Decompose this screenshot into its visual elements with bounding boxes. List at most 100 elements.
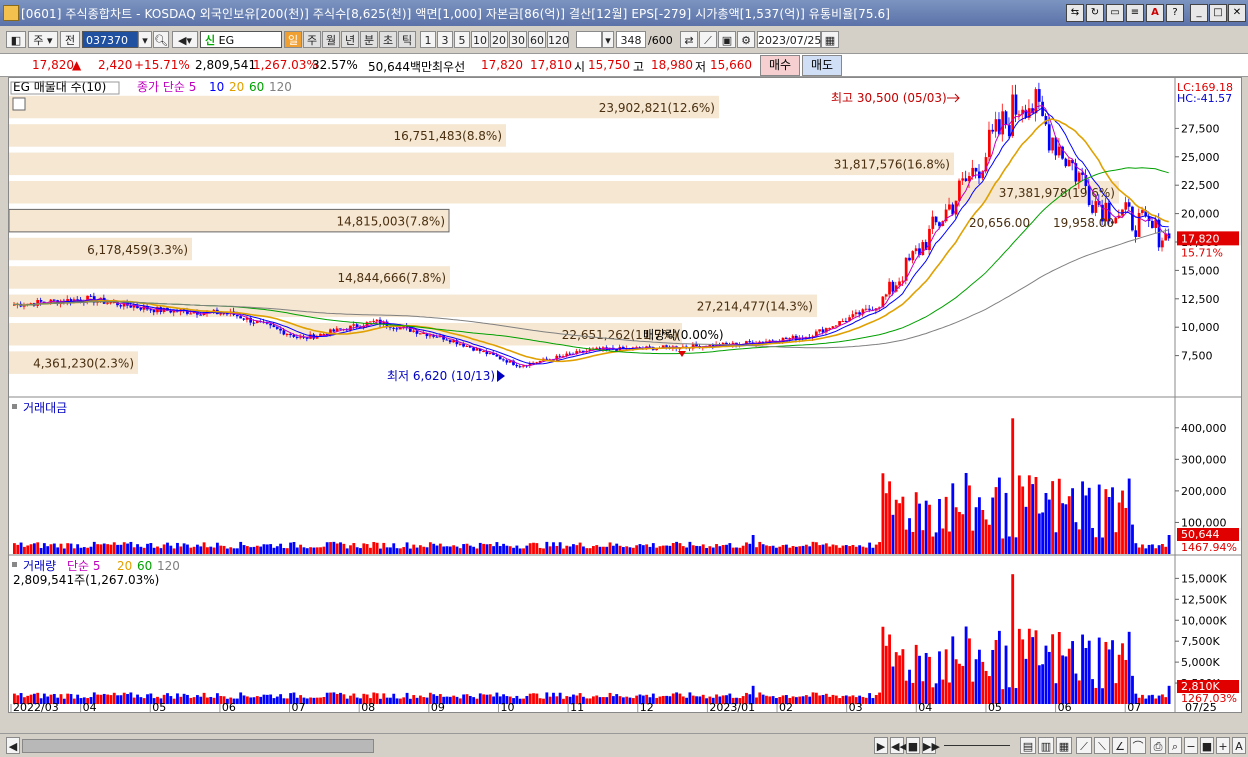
volume-bar: [948, 682, 951, 704]
price-candle: [502, 359, 505, 361]
period-button-6[interactable]: 틱: [398, 31, 416, 48]
zoom-out-icon[interactable]: −: [1184, 737, 1198, 754]
interval-button-0[interactable]: 1: [420, 31, 436, 48]
price-candle: [1134, 230, 1138, 237]
layout2-icon[interactable]: ▥: [1038, 737, 1054, 754]
current-price-label: 17,820: [1181, 232, 1220, 245]
market-select[interactable]: 주 ▾: [28, 31, 58, 48]
search-icon[interactable]: 🔍︎: [153, 31, 169, 48]
link-icon[interactable]: ⇆: [1066, 4, 1084, 22]
date-input[interactable]: 2023/07/25: [757, 31, 821, 48]
sell-button[interactable]: 매도: [802, 55, 842, 76]
amount-bar: [142, 547, 146, 554]
amount-bar: [182, 543, 186, 554]
price-candle: [1131, 206, 1134, 231]
help-icon[interactable]: ?: [1166, 4, 1184, 22]
buy-button[interactable]: 매수: [760, 55, 800, 76]
interval-button-4[interactable]: 20: [490, 31, 508, 48]
interval-button-6[interactable]: 60: [528, 31, 546, 48]
stock-name-field[interactable]: 신 EG: [200, 31, 282, 48]
lock-icon[interactable]: ◧: [6, 31, 26, 48]
amount-bar: [1011, 418, 1015, 554]
step-back-icon[interactable]: ◀◀: [890, 737, 908, 754]
amount-bar: [665, 545, 669, 554]
amount-bar: [1074, 522, 1078, 554]
volume-bar: [305, 698, 309, 704]
minimize-button[interactable]: _: [1190, 4, 1208, 22]
chart-area[interactable]: 4,361,230(2.3%) 22,651,262(11.7%) 27,214,4…: [8, 77, 1242, 713]
period-button-2[interactable]: 월: [322, 31, 340, 48]
settings-icon[interactable]: ⚙: [737, 31, 755, 48]
volume-bar: [705, 698, 708, 704]
draw-tool3-icon[interactable]: ∠: [1112, 737, 1128, 754]
speaker-icon[interactable]: ◀▾: [172, 31, 198, 48]
volume-bar: [665, 695, 669, 704]
stats-icon[interactable]: ≡: [1126, 4, 1144, 22]
volume-bar: [1091, 679, 1094, 704]
close-button[interactable]: ✕: [1228, 4, 1246, 22]
font-icon[interactable]: A: [1146, 4, 1164, 22]
prev-button[interactable]: 전: [60, 31, 80, 48]
window-icon[interactable]: ▭: [1106, 4, 1124, 22]
amount-current-label: 50,644: [1181, 528, 1220, 541]
scrollbar-track[interactable]: [22, 739, 374, 753]
draw-tool-icon[interactable]: ⟋: [1076, 737, 1092, 754]
period-button-3[interactable]: 년: [341, 31, 359, 48]
stop-icon[interactable]: ■: [906, 737, 920, 754]
volume-bar: [758, 692, 762, 704]
period-button-0[interactable]: 일: [284, 31, 302, 48]
code-dropdown-icon[interactable]: ▾: [138, 31, 152, 48]
print-icon[interactable]: ⎙: [1150, 737, 1166, 754]
volume-bar: [1057, 631, 1061, 704]
interval-input[interactable]: [576, 31, 602, 48]
x-tick-label: 05: [152, 701, 166, 712]
amount-bar: [199, 546, 203, 554]
layout-icon[interactable]: ▤: [1020, 737, 1036, 754]
amount-bar: [99, 544, 103, 554]
maximize-button[interactable]: □: [1209, 4, 1227, 22]
interval-button-7[interactable]: 120: [547, 31, 569, 48]
price-candle: [415, 330, 419, 334]
amount-bar: [951, 483, 955, 554]
volume-bar: [874, 695, 878, 704]
count-input[interactable]: 348: [616, 31, 646, 48]
amount-bar: [29, 544, 33, 554]
interval-button-1[interactable]: 3: [437, 31, 453, 48]
play-icon[interactable]: ▶: [874, 737, 888, 754]
volume-bar: [811, 692, 815, 704]
volume-bar: [808, 696, 812, 704]
price-candle: [748, 341, 752, 343]
draw-tool2-icon[interactable]: ⟍: [1094, 737, 1110, 754]
amount-bar: [834, 545, 838, 554]
code-input[interactable]: 037370: [82, 31, 138, 48]
save-icon[interactable]: ▣: [718, 31, 736, 48]
stock-chart[interactable]: 4,361,230(2.3%)22,651,262(11.7%)27,214,4…: [9, 78, 1241, 712]
layout3-icon[interactable]: ▦: [1056, 737, 1072, 754]
fast-forward-icon[interactable]: ▶▶: [922, 737, 940, 754]
interval-button-3[interactable]: 10: [471, 31, 489, 48]
interval-button-5[interactable]: 30: [509, 31, 527, 48]
amount-bar: [798, 546, 802, 554]
period-button-1[interactable]: 주: [303, 31, 321, 48]
volume-bar: [122, 692, 126, 704]
period-button-4[interactable]: 분: [360, 31, 378, 48]
zoom-reset-icon[interactable]: ■: [1200, 737, 1214, 754]
zoom-icon[interactable]: ⌕: [1168, 737, 1182, 754]
font-size-icon[interactable]: A: [1232, 737, 1246, 754]
zoom-slider[interactable]: [944, 745, 1010, 746]
interval-button-2[interactable]: 5: [454, 31, 470, 48]
amount-bar: [42, 543, 46, 554]
draw-tool4-icon[interactable]: ⌒: [1130, 737, 1146, 754]
amount-bar: [715, 544, 718, 554]
chart-line-icon[interactable]: ⟋: [699, 31, 717, 48]
interval-dropdown-icon[interactable]: ▾: [602, 31, 614, 48]
calendar-icon[interactable]: ▦: [821, 31, 839, 48]
refresh-icon[interactable]: ↻: [1086, 4, 1104, 22]
volume-bar: [478, 693, 482, 704]
scroll-left-icon[interactable]: ◀: [6, 737, 20, 754]
price-candle: [1087, 186, 1091, 205]
swap-icon[interactable]: ⇄: [680, 31, 698, 48]
period-button-5[interactable]: 초: [379, 31, 397, 48]
zoom-in-icon[interactable]: +: [1216, 737, 1230, 754]
volume-bar: [1114, 683, 1118, 704]
